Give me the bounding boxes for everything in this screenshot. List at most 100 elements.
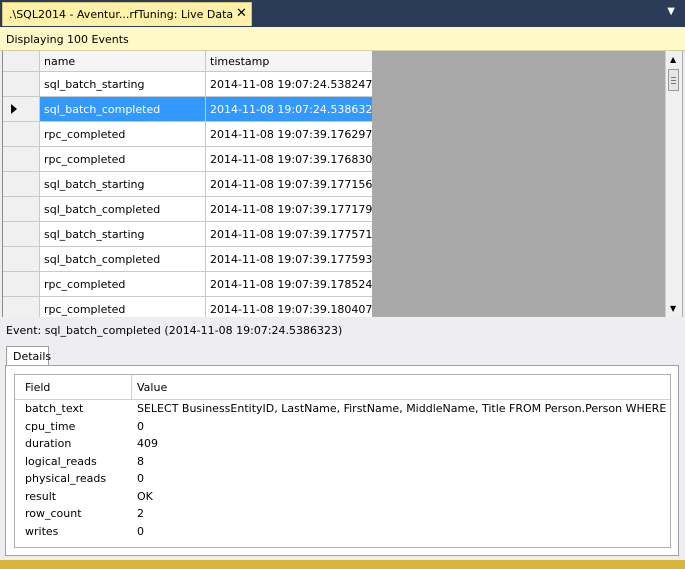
cell-timestamp[interactable]: 2014-11-08 19:07:24.5386323 <box>206 97 372 121</box>
details-row[interactable]: result OK <box>15 488 670 506</box>
tab-menu-icon[interactable]: ▼ <box>667 6 675 17</box>
cell-name[interactable]: sql_batch_completed <box>40 247 206 271</box>
cell-name-text: sql_batch_starting <box>44 178 145 191</box>
details-column-field[interactable]: Field <box>25 381 50 394</box>
cell-timestamp[interactable]: 2014-11-08 19:07:39.1785242 <box>206 272 372 296</box>
cell-timestamp-text: 2014-11-08 19:07:39.1804078 <box>210 303 372 316</box>
table-row[interactable]: sql_batch_starting 2014-11-08 19:07:39.1… <box>3 222 372 247</box>
details-value: 409 <box>137 437 158 450</box>
row-header[interactable] <box>3 72 40 96</box>
table-row[interactable]: sql_batch_completed 2014-11-08 19:07:39.… <box>3 197 372 222</box>
details-field: cpu_time <box>25 419 76 433</box>
tab-details-label: Details <box>13 350 52 363</box>
cell-timestamp-text: 2014-11-08 19:07:39.1762977 <box>210 128 372 141</box>
cell-timestamp[interactable]: 2014-11-08 19:07:24.5382470 <box>206 72 372 96</box>
details-row[interactable]: row_count 2 <box>15 505 670 523</box>
cell-name[interactable]: sql_batch_starting <box>40 222 206 246</box>
events-count-label: Displaying 100 Events <box>6 33 129 46</box>
cell-timestamp-text: 2014-11-08 19:07:39.1771565 <box>210 178 372 191</box>
details-value: SELECT BusinessEntityID, LastName, First… <box>137 402 667 415</box>
table-row[interactable]: rpc_completed 2014-11-08 19:07:39.176830… <box>3 147 372 172</box>
cell-timestamp[interactable]: 2014-11-08 19:07:39.1762977 <box>206 122 372 146</box>
row-header[interactable] <box>3 247 40 271</box>
details-column-value[interactable]: Value <box>137 381 667 394</box>
cell-name[interactable]: rpc_completed <box>40 272 206 296</box>
events-grid: name timestamp sql_batch_starting 2014-1… <box>3 51 372 317</box>
details-row[interactable]: cpu_time 0 <box>15 418 670 436</box>
row-header[interactable] <box>3 147 40 171</box>
column-divider[interactable] <box>131 375 132 399</box>
cell-timestamp[interactable]: 2014-11-08 19:07:39.1771565 <box>206 172 372 196</box>
details-field: physical_reads <box>25 472 107 485</box>
cell-name-text: rpc_completed <box>44 303 126 316</box>
row-header[interactable] <box>3 272 40 296</box>
cell-name[interactable]: sql_batch_completed <box>40 97 206 121</box>
scroll-thumb-grip <box>671 83 676 84</box>
row-pointer-icon <box>11 104 17 114</box>
column-header-timestamp-label: timestamp <box>210 55 270 68</box>
cell-name-text: sql_batch_starting <box>44 78 145 91</box>
table-row[interactable]: rpc_completed 2014-11-08 19:07:39.178524… <box>3 272 372 297</box>
table-row[interactable]: rpc_completed 2014-11-08 19:07:39.180407… <box>3 297 372 317</box>
scroll-up-icon[interactable]: ▲ <box>670 55 676 64</box>
details-field: duration <box>25 437 72 450</box>
cell-name[interactable]: rpc_completed <box>40 147 206 171</box>
cell-timestamp-text: 2014-11-08 19:07:24.5382470 <box>210 78 372 91</box>
details-value: 2 <box>137 507 144 520</box>
cell-timestamp-text: 2014-11-08 19:07:24.5386323 <box>210 103 372 116</box>
details-field: writes <box>25 524 59 538</box>
cell-name[interactable]: rpc_completed <box>40 122 206 146</box>
cell-timestamp[interactable]: 2014-11-08 19:07:39.1804078 <box>206 297 372 317</box>
events-header-bar: Displaying 100 Events <box>0 27 685 51</box>
table-row[interactable]: sql_batch_completed 2014-11-08 19:07:39.… <box>3 247 372 272</box>
details-row[interactable]: duration 409 <box>15 435 670 453</box>
cell-timestamp[interactable]: 2014-11-08 19:07:39.1775938 <box>206 247 372 271</box>
scroll-thumb[interactable] <box>668 69 679 91</box>
cell-timestamp[interactable]: 2014-11-08 19:07:39.1771796 <box>206 197 372 221</box>
cell-name[interactable]: sql_batch_starting <box>40 172 206 196</box>
details-row[interactable]: logical_reads 8 <box>15 453 670 471</box>
cell-timestamp-text: 2014-11-08 19:07:39.1771796 <box>210 203 372 216</box>
grid-vertical-scrollbar[interactable]: ▲ ▼ <box>665 51 682 317</box>
row-header[interactable] <box>3 222 40 246</box>
row-header[interactable] <box>3 122 40 146</box>
row-header-corner <box>3 51 40 71</box>
table-row[interactable]: sql_batch_starting 2014-11-08 19:07:39.1… <box>3 172 372 197</box>
details-row[interactable]: physical_reads 0 <box>15 470 670 488</box>
column-header-name[interactable]: name <box>40 51 206 71</box>
cell-timestamp-text: 2014-11-08 19:07:39.1768308 <box>210 153 372 166</box>
details-field: result <box>25 489 57 503</box>
row-header[interactable] <box>3 172 40 196</box>
document-tab[interactable]: .\SQL2014 - Aventur...rfTuning: Live Dat… <box>2 2 252 26</box>
details-row[interactable]: batch_text SELECT BusinessEntityID, Last… <box>15 400 670 418</box>
table-row[interactable]: rpc_completed 2014-11-08 19:07:39.176297… <box>3 122 372 147</box>
cell-name-text: sql_batch_completed <box>44 103 161 116</box>
table-row[interactable]: sql_batch_starting 2014-11-08 19:07:24.5… <box>3 72 372 97</box>
cell-timestamp-text: 2014-11-08 19:07:39.1775938 <box>210 253 372 266</box>
row-header[interactable] <box>3 197 40 221</box>
details-value: 0 <box>137 419 144 433</box>
row-header[interactable] <box>3 97 40 121</box>
row-header[interactable] <box>3 297 40 317</box>
details-field: batch_text <box>25 402 84 415</box>
cell-name[interactable]: sql_batch_completed <box>40 197 206 221</box>
details-row[interactable]: writes 0 <box>15 523 670 541</box>
details-value: 8 <box>137 454 144 468</box>
pane-splitter[interactable] <box>0 317 685 320</box>
cell-timestamp[interactable]: 2014-11-08 19:07:39.1775719 <box>206 222 372 246</box>
tab-details[interactable]: Details <box>6 346 52 366</box>
document-tab-title: .\SQL2014 - Aventur...rfTuning: Live Dat… <box>9 8 234 21</box>
scroll-down-icon[interactable]: ▼ <box>670 304 676 313</box>
cell-name-text: sql_batch_starting <box>44 228 145 241</box>
close-icon[interactable]: ✕ <box>236 6 247 21</box>
cell-timestamp[interactable]: 2014-11-08 19:07:39.1768308 <box>206 147 372 171</box>
cell-name[interactable]: rpc_completed <box>40 297 206 317</box>
details-value: OK <box>137 489 153 503</box>
column-header-timestamp[interactable]: timestamp <box>206 51 372 71</box>
table-row-selected[interactable]: sql_batch_completed 2014-11-08 19:07:24.… <box>3 97 372 122</box>
scroll-thumb-grip <box>671 77 676 78</box>
selected-event-label: Event: sql_batch_completed (2014-11-08 1… <box>6 324 343 337</box>
grid-header-row: name timestamp <box>3 51 372 72</box>
cell-name[interactable]: sql_batch_starting <box>40 72 206 96</box>
details-grid: Field Value batch_text SELECT BusinessEn… <box>14 374 671 548</box>
